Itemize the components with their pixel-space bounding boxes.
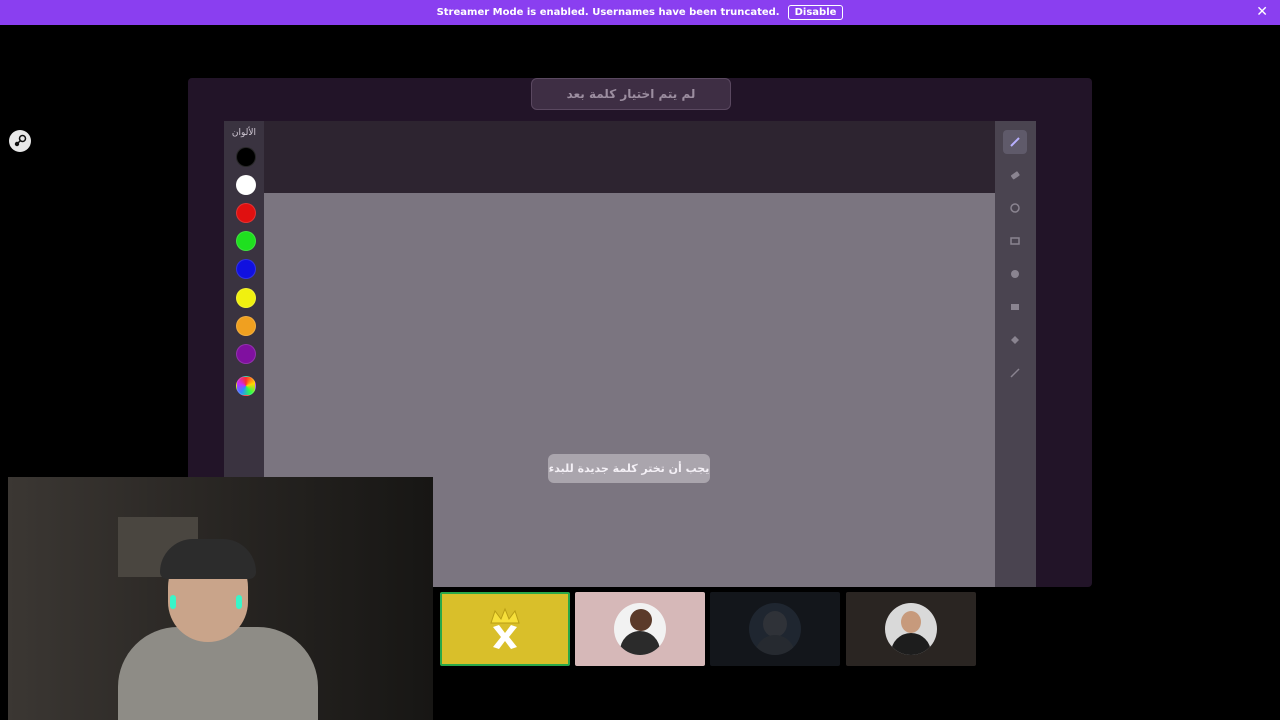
- rectangle-outline-icon[interactable]: [1003, 229, 1027, 253]
- player-tile-4[interactable]: [846, 592, 976, 666]
- circle-outline-icon[interactable]: [1003, 196, 1027, 220]
- canvas-top-strip: [264, 121, 995, 193]
- tools-panel: [995, 121, 1036, 587]
- color-swatch-orange[interactable]: [236, 316, 256, 336]
- steam-icon[interactable]: [9, 130, 31, 152]
- headset-light-icon: [170, 595, 176, 609]
- avatar-icon: [614, 603, 666, 655]
- close-icon[interactable]: ✕: [1256, 4, 1268, 20]
- colors-title: الألوان: [231, 128, 257, 138]
- color-swatch-purple[interactable]: [236, 344, 256, 364]
- streamer-body: [118, 627, 318, 720]
- pencil-icon[interactable]: [1003, 130, 1027, 154]
- circle-filled-icon[interactable]: [1003, 262, 1027, 286]
- color-swatch-yellow[interactable]: [236, 288, 256, 308]
- canvas-message: يجب أن تختر كلمة جديدة للبدء: [548, 454, 710, 483]
- streamer-cap: [160, 539, 256, 579]
- color-wheel-icon[interactable]: [236, 376, 256, 396]
- headset-light-icon: [236, 595, 242, 609]
- banner-text: Streamer Mode is enabled. Usernames have…: [436, 7, 780, 18]
- color-swatch-green[interactable]: [236, 231, 256, 251]
- crown-x-icon: [490, 607, 520, 649]
- webcam-video: [8, 477, 433, 720]
- player-tile-1[interactable]: [440, 592, 570, 666]
- player-tile-2[interactable]: [575, 592, 705, 666]
- fill-bucket-icon[interactable]: [1003, 328, 1027, 352]
- color-swatch-white[interactable]: [236, 175, 256, 195]
- color-swatch-red[interactable]: [236, 203, 256, 223]
- player-tile-3[interactable]: [710, 592, 840, 666]
- rectangle-filled-icon[interactable]: [1003, 295, 1027, 319]
- color-swatch-blue[interactable]: [236, 259, 256, 279]
- streamer-mode-banner: Streamer Mode is enabled. Usernames have…: [0, 0, 1280, 25]
- line-icon[interactable]: [1003, 361, 1027, 385]
- avatar-icon: [749, 603, 801, 655]
- disable-button[interactable]: Disable: [787, 5, 844, 20]
- eraser-icon[interactable]: [1003, 163, 1027, 187]
- word-status-pill: لم يتم اختيار كلمة بعد: [531, 78, 731, 110]
- color-swatch-black[interactable]: [236, 147, 256, 167]
- avatar-icon: [885, 603, 937, 655]
